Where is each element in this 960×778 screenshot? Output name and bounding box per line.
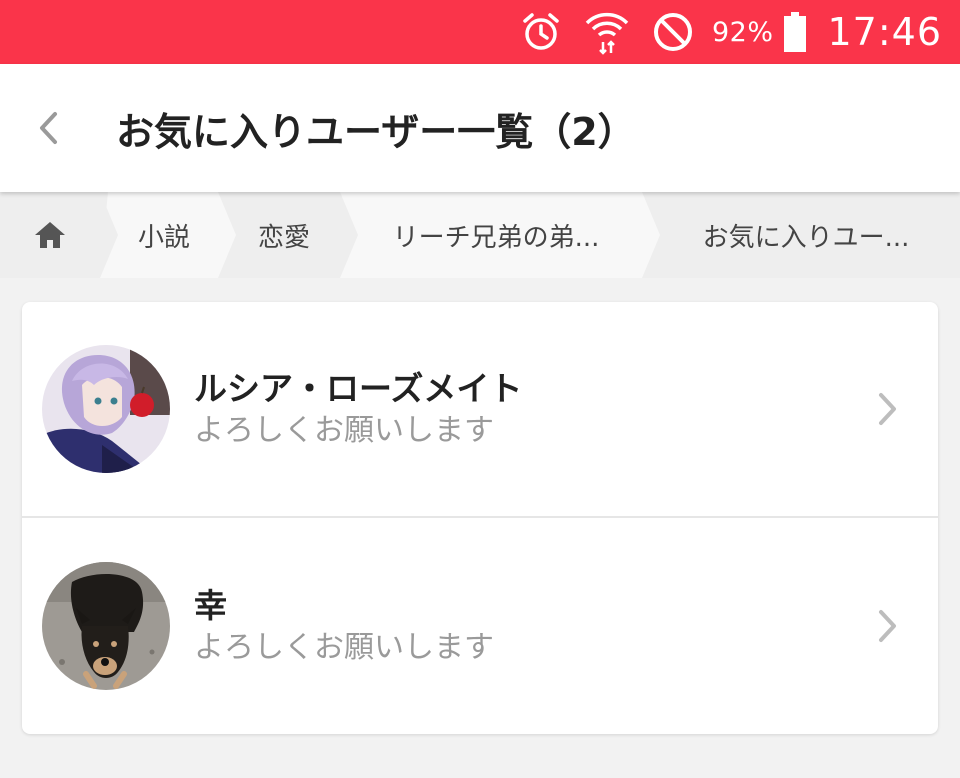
user-avatar [42, 345, 170, 473]
breadcrumb-label: お気に入りユー... [702, 222, 910, 253]
chevron-left-icon [40, 112, 57, 144]
home-icon [35, 222, 65, 248]
breadcrumb-home[interactable] [0, 192, 118, 278]
breadcrumb-separator [100, 192, 118, 278]
do-not-disturb-icon [652, 11, 694, 53]
chevron-right-icon [879, 610, 896, 642]
chevron-right-icon [879, 393, 896, 425]
breadcrumb-label: 小説 [137, 222, 190, 253]
user-list-item[interactable]: ルシア・ローズメイト よろしくお願いします [22, 302, 938, 518]
alarm-icon [520, 11, 562, 53]
breadcrumb-item-novel-title[interactable]: リーチ兄弟の弟... [340, 192, 660, 278]
anime-character-avatar-icon [42, 345, 170, 473]
breadcrumb-item-romance[interactable]: 恋愛 [218, 192, 358, 278]
breadcrumb: 小説 恋愛 リーチ兄弟の弟... お気に入りユー... [0, 192, 960, 278]
user-name: 幸 [194, 586, 227, 625]
dog-photo-avatar-icon [42, 562, 170, 690]
user-bio: よろしくお願いします [194, 413, 494, 448]
user-name: ルシア・ローズメイト [194, 369, 523, 408]
battery-icon [783, 11, 807, 53]
breadcrumb-separator [340, 192, 358, 278]
user-bio: よろしくお願いします [194, 630, 494, 665]
app-header: お気に入りユーザー一覧（2） [0, 64, 960, 192]
favorite-users-list: ルシア・ローズメイト よろしくお願いします 幸 よろしくお願いします [22, 302, 938, 734]
battery-percent: 92% [711, 16, 774, 48]
user-text: 幸 よろしくお願いします [194, 585, 494, 667]
breadcrumb-label: リーチ兄弟の弟... [392, 222, 600, 253]
back-button[interactable] [0, 64, 96, 192]
user-text: ルシア・ローズメイト よろしくお願いします [194, 368, 522, 450]
status-bar: 92% 17:46 [0, 0, 960, 64]
user-list-item[interactable]: 幸 よろしくお願いします [22, 518, 938, 734]
clock-time: 17:46 [827, 10, 942, 54]
breadcrumb-separator [642, 192, 660, 278]
page-title: お気に入りユーザー一覧（2） [116, 109, 636, 154]
user-avatar [42, 562, 170, 690]
breadcrumb-label: 恋愛 [257, 222, 310, 253]
breadcrumb-separator [218, 192, 236, 278]
wifi-icon [584, 9, 630, 55]
breadcrumb-item-current[interactable]: お気に入りユー... [642, 192, 960, 278]
